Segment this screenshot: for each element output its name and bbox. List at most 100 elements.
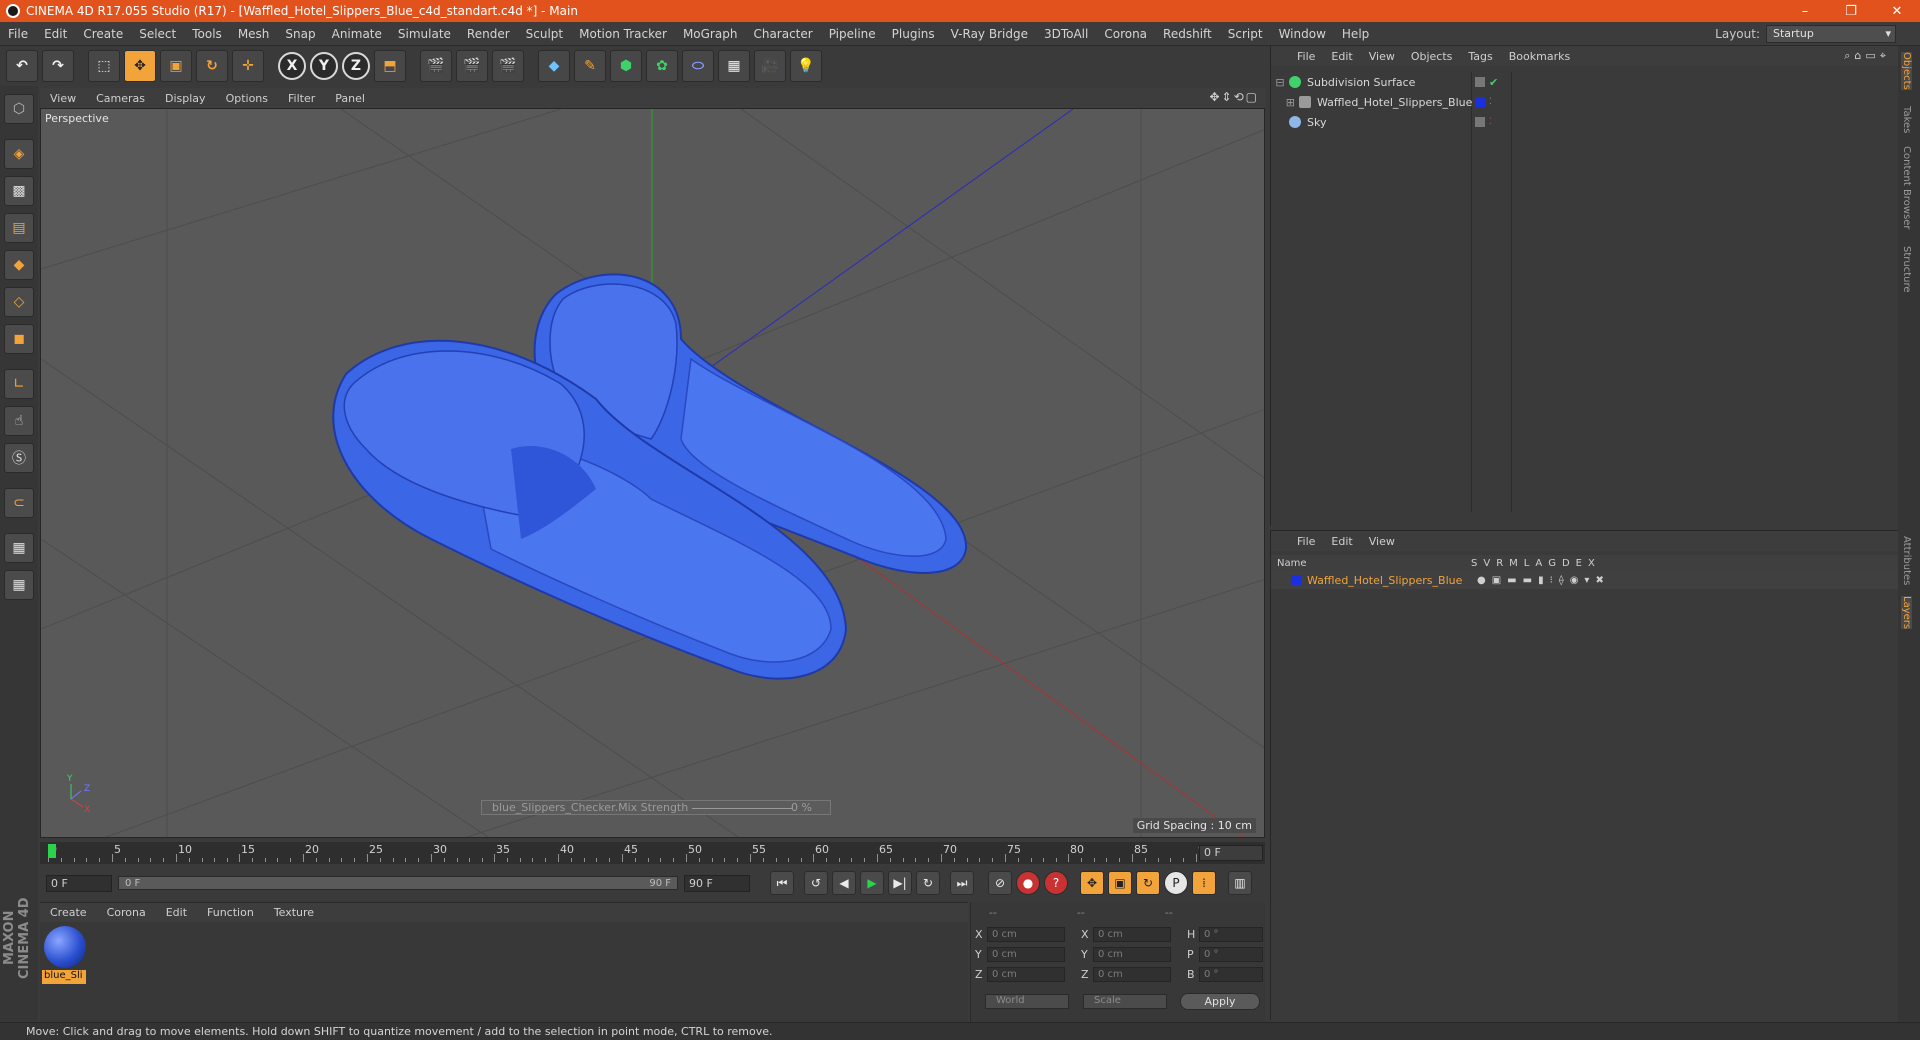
record-keys-disabled-icon[interactable]: ⊘ — [988, 871, 1012, 895]
material-menu-texture[interactable]: Texture — [264, 906, 324, 919]
menu-redshift[interactable]: Redshift — [1155, 27, 1220, 41]
expressions-column[interactable]: E — [1576, 558, 1582, 569]
menu-corona[interactable]: Corona — [1096, 27, 1155, 41]
mograph-cloner-icon[interactable]: ✿ — [646, 50, 678, 82]
layer-color-swatch[interactable] — [1291, 575, 1301, 585]
magnet-icon[interactable]: ⊂ — [4, 488, 34, 518]
menu-character[interactable]: Character — [745, 27, 820, 41]
floor-scene-icon[interactable]: ▦ — [718, 50, 750, 82]
recent-tool-icon[interactable]: ✛ — [232, 50, 264, 82]
points-mode-icon[interactable]: ◆ — [4, 250, 34, 280]
material-menu-create[interactable]: Create — [40, 906, 97, 919]
size-z-field[interactable]: 0 cm — [1093, 967, 1171, 982]
mix-strength-hud-slider[interactable]: blue_Slippers_Checker.Mix Strength 0 % — [481, 800, 831, 815]
timeline-playhead[interactable] — [48, 844, 56, 858]
object-row-sky[interactable]: Sky ⁚ — [1271, 112, 1899, 132]
edges-mode-icon[interactable]: ◇ — [4, 287, 34, 317]
rotate-tool-icon[interactable]: ↻ — [196, 50, 228, 82]
light-icon[interactable]: 💡 — [790, 50, 822, 82]
expand-icon[interactable]: ⊞ — [1271, 96, 1299, 109]
enabled-check-icon[interactable]: ✔ — [1489, 76, 1498, 89]
menu-pipeline[interactable]: Pipeline — [821, 27, 884, 41]
viewport-menu-filter[interactable]: Filter — [278, 92, 325, 105]
apply-button[interactable]: Apply — [1180, 993, 1260, 1010]
viewport-menu-display[interactable]: Display — [155, 92, 216, 105]
subdivision-surface-icon[interactable]: ⬢ — [610, 50, 642, 82]
collapse-icon[interactable]: ⊟ — [1271, 76, 1289, 89]
play-forward-icon[interactable]: ▶ — [860, 871, 884, 895]
key-point-level-icon[interactable]: ⁞ — [1192, 871, 1216, 895]
locked-column[interactable]: L — [1524, 558, 1530, 569]
menu-tools[interactable]: Tools — [184, 27, 230, 41]
viewport-menu-cameras[interactable]: Cameras — [86, 92, 155, 105]
material-preview-ball[interactable] — [44, 926, 86, 968]
axis-mode-icon[interactable]: ∟ — [4, 369, 34, 399]
solo-column[interactable]: S — [1471, 558, 1477, 569]
coordinate-system-icon[interactable]: ⬒ — [374, 50, 406, 82]
menu-3dtoall[interactable]: 3DToAll — [1036, 27, 1096, 41]
object-row-waffled-hotel-slippers-blue[interactable]: ⊞ Waffled_Hotel_Slippers_Blue ⁚ — [1271, 92, 1899, 112]
material-name-label[interactable]: blue_Sli — [42, 970, 86, 984]
viewport-menu-view[interactable]: View — [40, 92, 86, 105]
material-menu-function[interactable]: Function — [197, 906, 264, 919]
viewport-menu-options[interactable]: Options — [216, 92, 278, 105]
menu-animate[interactable]: Animate — [324, 27, 390, 41]
objects-menu-file[interactable]: File — [1289, 50, 1323, 63]
coordinate-mode-dropdown[interactable]: World — [985, 994, 1069, 1009]
layer-swatch-icon[interactable] — [1475, 77, 1485, 87]
material-menu-edit[interactable]: Edit — [156, 906, 197, 919]
render-view-icon[interactable]: 🎬 — [420, 50, 452, 82]
start-frame-field[interactable]: 0 F — [46, 874, 112, 892]
go-to-end-icon[interactable]: ⏭ — [950, 871, 974, 895]
generators-column[interactable]: G — [1548, 558, 1556, 569]
menu-sculpt[interactable]: Sculpt — [518, 27, 571, 41]
z-axis-lock-button[interactable]: Z — [342, 52, 370, 80]
timeline-ruler[interactable]: 051015202530354045505560657075808590 0 F — [40, 842, 1265, 864]
current-frame-field[interactable]: 0 F — [1199, 845, 1263, 861]
end-frame-field[interactable]: 90 F — [684, 874, 750, 892]
layout-dropdown[interactable]: Startup — [1766, 25, 1896, 43]
previous-key-icon[interactable]: ↺ — [804, 871, 828, 895]
size-x-field[interactable]: 0 cm — [1093, 927, 1171, 942]
menu-render[interactable]: Render — [459, 27, 518, 41]
key-scale-icon[interactable]: ▣ — [1108, 871, 1132, 895]
next-frame-icon[interactable]: ▶| — [888, 871, 912, 895]
position-x-field[interactable]: 0 cm — [987, 927, 1065, 942]
menu-select[interactable]: Select — [131, 27, 184, 41]
objects-menu-view[interactable]: View — [1361, 50, 1403, 63]
hud-slider-track[interactable] — [692, 808, 792, 809]
perspective-viewport[interactable]: Y Z X Perspective blue_Slippers_Checker.… — [40, 108, 1265, 838]
workplane-mode-icon[interactable]: ▤ — [4, 213, 34, 243]
tab-objects[interactable]: Objects — [1901, 52, 1912, 90]
spline-pen-icon[interactable]: ✎ — [574, 50, 606, 82]
move-tool-icon[interactable]: ✥ — [124, 50, 156, 82]
scale-tool-icon[interactable]: ▣ — [160, 50, 192, 82]
menu-create[interactable]: Create — [75, 27, 131, 41]
workplane-lock-icon[interactable]: ▦ — [4, 533, 34, 563]
polygons-mode-icon[interactable]: ◼ — [4, 324, 34, 354]
rotation-b-field[interactable]: 0 ° — [1199, 967, 1263, 982]
live-selection-icon[interactable]: ⬚ — [88, 50, 120, 82]
size-y-field[interactable]: 0 cm — [1093, 947, 1171, 962]
key-rotation-icon[interactable]: ↻ — [1136, 871, 1160, 895]
menu-edit[interactable]: Edit — [36, 27, 75, 41]
tweak-mode-icon[interactable]: ☝ — [4, 406, 34, 436]
objects-menu-tags[interactable]: Tags — [1460, 50, 1500, 63]
position-z-field[interactable]: 0 cm — [987, 967, 1065, 982]
visibility-dots-icon[interactable]: ⁚ — [1489, 97, 1492, 107]
redo-icon[interactable]: ↷ — [42, 50, 74, 82]
minimize-button[interactable]: – — [1782, 0, 1828, 22]
render-picture-viewer-icon[interactable]: 🎬 — [456, 50, 488, 82]
transform-mode-dropdown[interactable]: Scale — [1083, 994, 1167, 1009]
camera-icon[interactable]: 🎥 — [754, 50, 786, 82]
menu-mesh[interactable]: Mesh — [230, 27, 278, 41]
y-axis-lock-button[interactable]: Y — [310, 52, 338, 80]
menu-snap[interactable]: Snap — [277, 27, 323, 41]
previous-frame-icon[interactable]: ◀ — [832, 871, 856, 895]
layer-color-swatch[interactable] — [1475, 97, 1485, 107]
frame-range-slider[interactable]: 0 F 90 F — [118, 876, 678, 890]
maximize-button[interactable]: ❐ — [1828, 0, 1874, 22]
rotation-p-field[interactable]: 0 ° — [1199, 947, 1263, 962]
tab-content-browser[interactable]: Content Browser — [1901, 146, 1912, 229]
deformers-column[interactable]: D — [1562, 558, 1570, 569]
